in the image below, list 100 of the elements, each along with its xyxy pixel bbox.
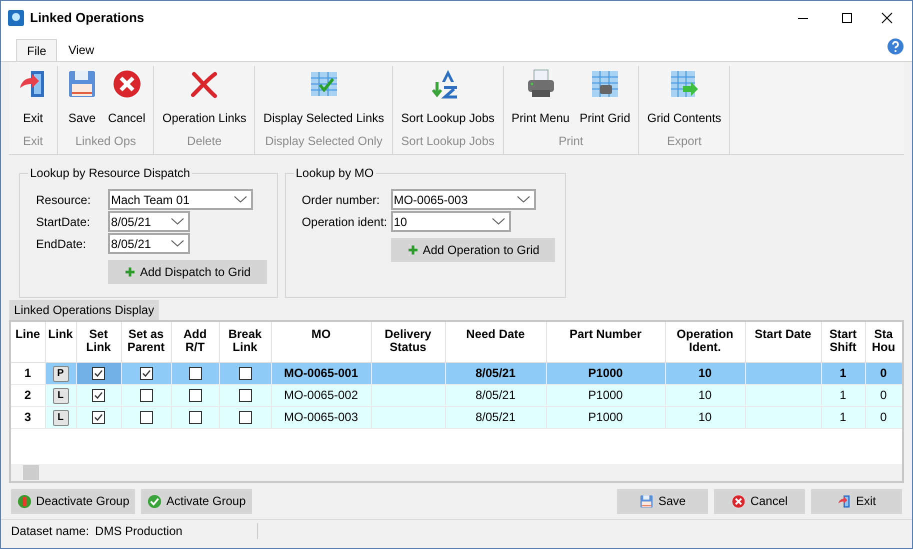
action-button[interactable]: Save bbox=[617, 488, 708, 514]
checkbox[interactable] bbox=[188, 389, 202, 402]
table-cell: 1 bbox=[11, 362, 45, 384]
add-to-grid-button[interactable]: Add Operation to Grid bbox=[390, 238, 556, 262]
table-cell: 10 bbox=[665, 406, 745, 428]
column-header[interactable]: Add R/T bbox=[171, 322, 219, 362]
table-cell: MO-0065-001 bbox=[271, 362, 371, 384]
horizontal-scrollbar[interactable] bbox=[11, 464, 902, 481]
table-cell: 10 bbox=[665, 384, 745, 406]
add-to-grid-button[interactable]: Add Dispatch to Grid bbox=[108, 260, 267, 284]
table-cell: 0 bbox=[865, 406, 902, 428]
ribbon-button[interactable]: Cancel bbox=[104, 66, 150, 132]
table-cell: P1000 bbox=[546, 406, 665, 428]
table-cell: P1000 bbox=[546, 362, 665, 384]
checkbox[interactable] bbox=[238, 389, 252, 402]
checkbox[interactable] bbox=[188, 411, 202, 424]
checkbox[interactable] bbox=[238, 411, 252, 424]
ribbon-button[interactable]: Print Grid bbox=[576, 66, 634, 132]
ribbon-button[interactable]: Print Menu bbox=[508, 66, 574, 132]
chevron-down-icon bbox=[171, 240, 184, 247]
table-cell: 1 bbox=[821, 406, 865, 428]
table-cell: MO-0065-003 bbox=[271, 406, 371, 428]
table-cell: 8/05/21 bbox=[445, 406, 546, 428]
column-header[interactable]: Delivery Status bbox=[371, 322, 445, 362]
ribbon-button[interactable]: Save bbox=[62, 66, 102, 132]
ribbon-group-label: Sort Lookup Jobs bbox=[401, 133, 495, 150]
chevron-down-icon bbox=[492, 218, 505, 225]
column-header[interactable]: MO bbox=[271, 322, 371, 362]
checkbox[interactable] bbox=[92, 411, 105, 424]
ribbon-group-label: Print bbox=[558, 133, 584, 150]
column-header[interactable]: Set Link bbox=[76, 322, 121, 362]
ribbon-button[interactable]: Operation Links bbox=[158, 66, 250, 132]
table-cell: 2 bbox=[11, 384, 45, 406]
link-type-button[interactable]: L bbox=[52, 388, 68, 404]
link-type-button[interactable]: P bbox=[52, 366, 68, 382]
chevron-down-icon bbox=[171, 218, 184, 225]
plus-icon bbox=[124, 266, 136, 278]
dropdown-field[interactable]: 10 bbox=[390, 211, 511, 232]
chevron-down-icon bbox=[234, 196, 247, 203]
plus-icon bbox=[406, 244, 419, 256]
action-button[interactable]: Exit bbox=[811, 488, 902, 514]
column-header[interactable]: Operation Ident. bbox=[665, 322, 745, 362]
column-header[interactable]: Part Number bbox=[546, 322, 665, 362]
checkbox[interactable] bbox=[238, 367, 252, 380]
column-header[interactable]: Line bbox=[11, 322, 45, 362]
dropdown-field[interactable]: Mach Team 01 bbox=[108, 189, 253, 210]
column-header[interactable]: Sta Hou bbox=[865, 322, 902, 362]
grid-arrow-icon bbox=[668, 68, 700, 100]
checkbox[interactable] bbox=[140, 411, 152, 424]
app-icon bbox=[8, 10, 24, 26]
ribbon-button[interactable]: Display Selected Links bbox=[259, 66, 388, 132]
dropdown-field[interactable]: MO-0065-003 bbox=[390, 189, 536, 210]
action-button[interactable]: Deactivate Group bbox=[11, 488, 136, 514]
column-header[interactable]: Link bbox=[45, 322, 76, 362]
cancel-icon bbox=[110, 68, 143, 100]
action-button[interactable]: Activate Group bbox=[141, 488, 252, 514]
table-cell: 1 bbox=[821, 362, 865, 384]
ribbon-group-label: Linked Ops bbox=[75, 133, 136, 150]
menu-tab[interactable]: View bbox=[57, 39, 106, 61]
dropdown-field[interactable]: 8/05/21 bbox=[108, 211, 190, 232]
check-circle-icon bbox=[147, 494, 162, 508]
field-label: EndDate: bbox=[35, 236, 88, 252]
table-cell: MO-0065-002 bbox=[271, 384, 371, 406]
column-header[interactable]: Set as Parent bbox=[121, 322, 171, 362]
grid-tab[interactable]: Linked Operations Display bbox=[9, 300, 160, 320]
chevron-down-icon bbox=[516, 196, 530, 203]
window-title: Linked Operations bbox=[30, 8, 144, 27]
ribbon-button[interactable]: Exit bbox=[13, 66, 53, 132]
table-cell: P1000 bbox=[546, 384, 665, 406]
ribbon-button[interactable]: Grid Contents bbox=[643, 66, 726, 132]
action-button[interactable]: Cancel bbox=[714, 488, 805, 514]
column-header[interactable]: Start Shift bbox=[821, 322, 865, 362]
checkbox[interactable] bbox=[188, 367, 202, 380]
menu-tab[interactable]: File bbox=[16, 39, 58, 61]
field-label: Resource: bbox=[35, 192, 92, 208]
field-label: Order number: bbox=[300, 192, 381, 208]
column-header[interactable]: Need Date bbox=[445, 322, 546, 362]
ribbon-group-label: Display Selected Only bbox=[265, 133, 382, 150]
ribbon-group-label: Delete bbox=[187, 133, 222, 150]
link-type-button[interactable]: L bbox=[52, 410, 68, 426]
close-icon[interactable] bbox=[881, 12, 893, 24]
table-cell: 8/05/21 bbox=[445, 384, 546, 406]
checkbox[interactable] bbox=[92, 367, 105, 380]
table-cell: 0 bbox=[865, 362, 902, 384]
ribbon-group-label: Export bbox=[666, 133, 702, 150]
maximize-icon[interactable] bbox=[841, 12, 853, 24]
field-label: StartDate: bbox=[35, 214, 92, 230]
table-cell: 0 bbox=[865, 384, 902, 406]
help-icon[interactable] bbox=[887, 38, 904, 55]
table-cell: 10 bbox=[665, 362, 745, 384]
column-header[interactable]: Start Date bbox=[745, 322, 821, 362]
cancel-icon bbox=[731, 494, 746, 508]
status-value: DMS Production bbox=[95, 522, 182, 540]
checkbox[interactable] bbox=[92, 389, 105, 402]
dropdown-field[interactable]: 8/05/21 bbox=[108, 233, 190, 254]
checkbox[interactable] bbox=[140, 389, 152, 402]
checkbox[interactable] bbox=[140, 367, 152, 380]
column-header[interactable]: Break Link bbox=[219, 322, 271, 362]
ribbon-button[interactable]: Sort Lookup Jobs bbox=[397, 66, 499, 132]
table-cell: 1 bbox=[821, 384, 865, 406]
